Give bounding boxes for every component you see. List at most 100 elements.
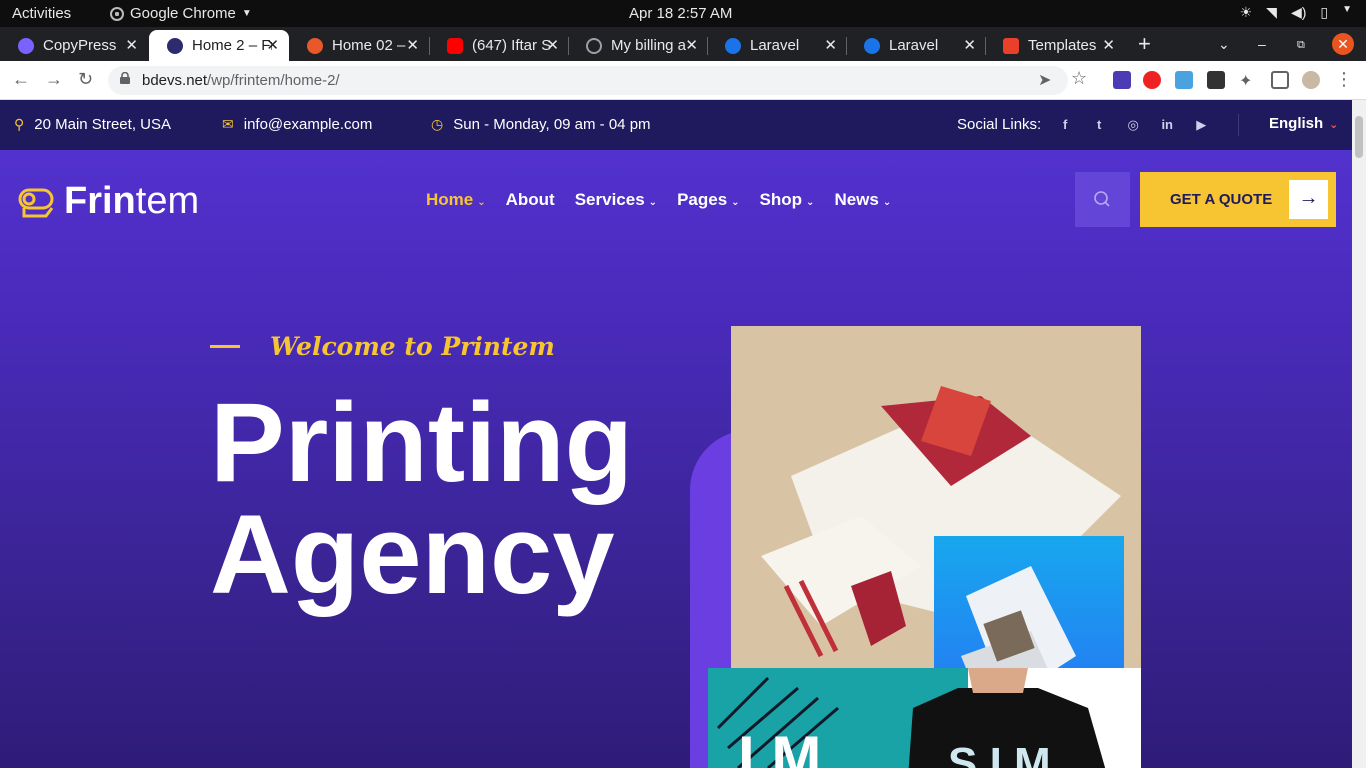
window-close-button[interactable]: ✕ [1332,33,1354,55]
fi-extension-icon[interactable] [1175,71,1193,89]
menu-item-shop[interactable]: Shop ⌄ [760,190,815,210]
chevron-down-icon: ▼ [241,8,252,19]
forward-button[interactable]: → [45,69,63,90]
frintem-favicon-icon [167,37,183,54]
tab-laravel-2[interactable]: Laravel ✕ [846,30,986,61]
close-icon[interactable]: ✕ [685,36,698,54]
close-icon[interactable]: ✕ [266,36,279,54]
puzzle-extensions-icon[interactable]: ✦ [1239,71,1257,90]
bookmark-star-icon[interactable]: ☆ [1071,68,1087,89]
opera-extension-icon[interactable] [1143,71,1161,89]
minimize-icon[interactable]: – [1258,36,1266,52]
email-text[interactable]: info@example.com [244,116,373,133]
close-icon[interactable]: ✕ [963,36,976,54]
more-menu-icon[interactable]: ⋮ [1335,69,1353,90]
email-info[interactable]: ✉ info@example.com [222,116,372,133]
extension-badge-icon[interactable] [1113,71,1131,89]
restore-icon[interactable]: ⧉ [1297,39,1305,52]
page-scrollbar[interactable] [1352,100,1366,768]
send-icon[interactable]: ➤ [1038,70,1051,90]
wr-extension-icon[interactable] [1207,71,1225,89]
chevron-down-icon: ⌄ [1329,119,1339,131]
url-text: bdevs.net/wp/frintem/home-2/ [142,72,340,89]
svg-text:I M: I M [738,724,821,768]
edge-favicon-icon [864,37,880,54]
globe-icon [586,37,602,54]
tab-search-icon[interactable]: ⌄ [1218,36,1230,53]
social-links: Social Links: f t ◎ in ▶ [957,116,1211,133]
browser-toolbar: ← → ↻ bdevs.net/wp/frintem/home-2/ ➤ ☆ ✦… [0,61,1366,100]
clock[interactable]: Apr 18 2:57 AM [629,5,732,22]
clock-icon: ◷ [431,116,444,132]
scrollbar-thumb[interactable] [1355,116,1363,158]
menu-item-about[interactable]: About [506,190,555,210]
envelope-icon: ✉ [222,116,234,132]
welcome-text: Welcome to Printem [270,332,555,361]
address-bar[interactable]: bdevs.net/wp/frintem/home-2/ ➤ ☆ [108,66,1087,95]
wifi-icon: ◥ [1266,4,1277,20]
reload-button[interactable]: ↻ [78,69,93,90]
youtube-icon[interactable]: ▶ [1191,117,1211,133]
tab-title: Laravel [750,37,800,54]
tab-home-02[interactable]: Home 02 – ✕ [289,30,429,61]
menu-item-pages[interactable]: Pages ⌄ [677,190,739,210]
close-icon[interactable]: ✕ [406,36,419,54]
os-top-bar: Activities Google Chrome ▼ Apr 18 2:57 A… [0,0,1366,27]
twitter-icon[interactable]: t [1089,117,1109,133]
brightness-icon: ☀ [1239,4,1253,20]
logo-text-bold: Frin [64,180,136,222]
close-icon[interactable]: ✕ [125,36,138,54]
tab-title: Templates [1028,37,1097,54]
close-icon[interactable]: ✕ [1102,36,1115,54]
menu-item-services[interactable]: Services ⌄ [575,190,657,210]
tab-youtube[interactable]: (647) Iftar S ✕ [429,30,569,61]
map-pin-icon: ⚲ [14,116,25,132]
language-selector[interactable]: English ⌄ [1269,115,1338,132]
hero-title: Printing Agency [210,380,634,617]
address-info: ⚲ 20 Main Street, USA [14,116,171,133]
tshirt-mockup-image: I M S I M [708,668,1141,768]
back-button[interactable]: ← [12,69,30,90]
get-quote-button[interactable]: GET A QUOTE → [1140,172,1336,227]
app-menu[interactable]: Google Chrome ▼ [110,5,252,22]
tab-billing[interactable]: My billing a ✕ [568,30,708,61]
tab-title: Home 02 – [332,37,406,54]
menu-item-home[interactable]: Home ⌄ [426,190,486,210]
svg-text:S I M: S I M [948,739,1051,768]
lock-icon [120,72,130,84]
system-tray[interactable]: ☀ ◥ ◀) ▯ ▼ [1240,4,1352,21]
youtube-favicon-icon [447,37,463,54]
search-button[interactable] [1075,172,1130,227]
profile-avatar[interactable] [1302,71,1320,89]
facebook-icon[interactable]: f [1055,117,1075,133]
new-tab-button[interactable]: + [1138,31,1151,57]
activities-button[interactable]: Activities [12,5,71,22]
menu-item-news[interactable]: News ⌄ [834,190,891,210]
arrow-right-icon: → [1289,180,1328,219]
language-label: English [1269,115,1324,132]
copypress-favicon-icon [18,37,34,54]
logo-text-light: tem [135,180,200,222]
stationery-mockup-image [731,326,1141,668]
side-panel-icon[interactable] [1271,71,1289,89]
battery-icon: ▯ [1320,4,1329,20]
close-icon[interactable]: ✕ [824,36,837,54]
app-name: Google Chrome [130,5,236,22]
address-text: 20 Main Street, USA [34,116,171,133]
chevron-down-icon: ⌄ [731,197,740,208]
site-logo[interactable]: Frin tem [16,180,199,223]
hours-info: ◷ Sun - Monday, 09 am - 04 pm [431,116,651,133]
tab-strip: CopyPress ✕ Home 2 – Fr ✕ Home 02 – ✕ (6… [0,27,1366,61]
tab-home-2[interactable]: Home 2 – Fr ✕ [149,30,289,61]
tab-title: (647) Iftar S [472,37,552,54]
tab-laravel-1[interactable]: Laravel ✕ [707,30,847,61]
tab-title: Laravel [889,37,939,54]
tab-copypress[interactable]: CopyPress ✕ [0,30,148,61]
welcome-divider [210,345,240,348]
chevron-down-icon: ▼ [1342,4,1352,15]
laravel-favicon-icon [1003,37,1019,54]
tab-templates[interactable]: Templates ✕ [985,30,1125,61]
linkedin-icon[interactable]: in [1157,117,1177,133]
close-icon[interactable]: ✕ [546,36,559,54]
instagram-icon[interactable]: ◎ [1123,117,1143,133]
